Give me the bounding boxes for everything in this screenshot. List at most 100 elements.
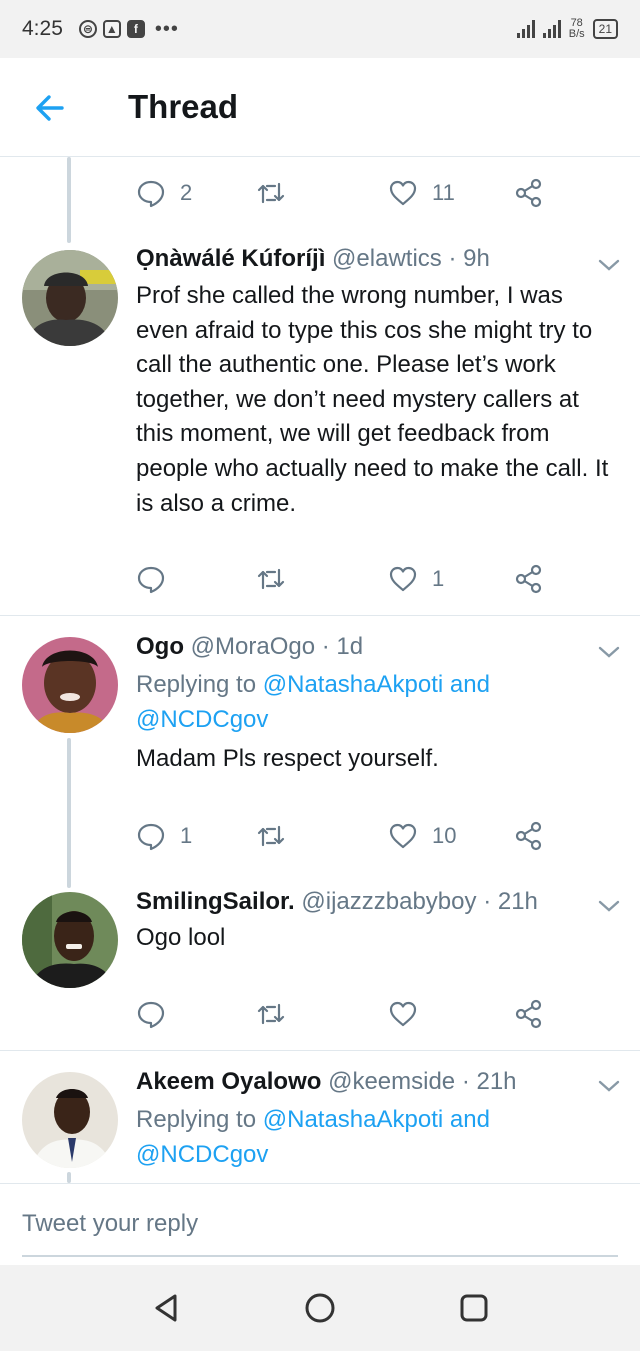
reply-button[interactable] (136, 994, 180, 1034)
avatar-image (22, 1072, 118, 1168)
share-icon (515, 178, 542, 208)
reply-icon (137, 566, 165, 594)
tweet-text: Prof she called the wrong number, I was … (136, 282, 609, 517)
author-handle[interactable]: @ijazzzbabyboy (301, 888, 476, 915)
like-button[interactable] (388, 994, 432, 1034)
author-handle[interactable]: @MoraOgo (191, 633, 315, 660)
reply-button[interactable]: 2 (136, 173, 192, 213)
replying-prefix: Replying to (136, 671, 257, 698)
thread-line (67, 157, 71, 243)
reply-icon (137, 1001, 165, 1029)
author-name[interactable]: Ogo (136, 633, 184, 660)
chevron-down-icon[interactable] (597, 898, 621, 914)
thread-line (67, 1172, 71, 1183)
reply-input-underline (22, 1255, 618, 1257)
reply-button[interactable] (136, 559, 180, 599)
tweet-text: Madam Pls respect yourself. (136, 745, 439, 772)
notification-icons: ⊜ ▲ f ••• (78, 17, 179, 41)
tweet-text: Ogo lool (136, 924, 226, 951)
like-button[interactable]: 1 (388, 559, 444, 599)
divider (0, 1050, 640, 1051)
share-icon (515, 564, 542, 594)
tweet-header: Akeem Oyalowo @keemside · 21h (136, 1068, 517, 1096)
mention-link[interactable]: @NCDCgov (136, 1141, 268, 1168)
share-icon (515, 999, 542, 1029)
author-handle[interactable]: @elawtics (332, 245, 442, 272)
replying-to: Replying to @NatashaAkpoti and @NCDCgov (136, 668, 616, 737)
mention-link[interactable]: @NCDCgov (136, 706, 268, 733)
avatar[interactable] (22, 637, 118, 733)
share-button[interactable] (514, 816, 544, 856)
reply-button[interactable]: 1 (136, 816, 192, 856)
reply-input[interactable]: Tweet your reply (22, 1210, 198, 1238)
mention-link[interactable]: @NatashaAkpoti (263, 671, 443, 698)
retweet-icon (257, 568, 285, 590)
share-button[interactable] (514, 559, 544, 599)
like-button[interactable]: 11 (388, 173, 455, 213)
like-button[interactable]: 10 (388, 816, 456, 856)
signal-icon (516, 20, 535, 38)
tweet-time: · 9h (448, 245, 490, 272)
more-notifications-icon: ••• (154, 17, 179, 40)
replying-and: and (449, 671, 490, 698)
retweet-icon (257, 1003, 285, 1025)
network-speed-unit: B/s (568, 28, 585, 40)
mention-link[interactable]: @NatashaAkpoti (263, 1106, 443, 1133)
heart-icon (389, 1001, 417, 1027)
avatar-image (22, 892, 118, 988)
like-count: 11 (432, 180, 455, 205)
avatar[interactable] (22, 1072, 118, 1168)
tweet-time: · 21h (483, 888, 538, 915)
tweet-time: · 1d (321, 633, 364, 660)
author-name[interactable]: Akeem Oyalowo (136, 1068, 321, 1095)
system-nav-bar (0, 1265, 640, 1351)
chevron-down-icon[interactable] (597, 1078, 621, 1094)
share-icon (515, 821, 542, 851)
tweet-actions: 1 (136, 559, 556, 599)
avatar[interactable] (22, 250, 118, 346)
tweet-actions: 2 11 (136, 173, 556, 213)
chevron-down-icon[interactable] (597, 644, 621, 660)
status-time: 4:25 (22, 17, 63, 40)
network-speed: 78 B/s (569, 18, 585, 40)
avatar-image (22, 250, 118, 346)
share-button[interactable] (514, 994, 544, 1034)
tweet-header: Ogo @MoraOgo · 1d (136, 633, 363, 661)
like-count: 10 (432, 823, 457, 848)
reply-icon (137, 823, 165, 851)
tweet-time: · 21h (461, 1068, 517, 1095)
status-bar: 4:25 ⊜ ▲ f ••• 78 B/s 21 (0, 0, 640, 58)
avatar-image (22, 637, 118, 733)
retweet-icon (257, 182, 285, 204)
avatar[interactable] (22, 892, 118, 988)
replying-prefix: Replying to (136, 1106, 257, 1133)
author-handle[interactable]: @keemside (328, 1068, 455, 1095)
share-button[interactable] (514, 173, 544, 213)
recents-nav-icon[interactable] (457, 1291, 491, 1325)
author-name[interactable]: SmilingSailor. (136, 888, 295, 915)
heart-icon (389, 180, 417, 206)
messenger-icon: ⊜ (78, 20, 97, 38)
tweet-header: Ọnàwálé Kúforíjì @elawtics · 9h (136, 245, 490, 273)
reply-composer: Tweet your reply (0, 1183, 640, 1266)
retweet-button[interactable] (256, 559, 300, 599)
retweet-button[interactable] (256, 816, 300, 856)
battery-icon: 21 (592, 19, 618, 39)
retweet-button[interactable] (256, 994, 300, 1034)
header: Thread (0, 58, 640, 157)
retweet-button[interactable] (256, 173, 300, 213)
facebook-icon: f (126, 20, 145, 38)
tweet-actions (136, 994, 556, 1034)
heart-icon (389, 823, 417, 849)
back-nav-icon[interactable] (149, 1291, 183, 1325)
author-name[interactable]: Ọnàwálé Kúforíjì (136, 245, 325, 272)
retweet-icon (257, 825, 285, 847)
back-arrow-icon[interactable] (30, 88, 70, 128)
signal-icon-2 (542, 20, 561, 38)
reply-count: 2 (180, 180, 193, 205)
chevron-down-icon[interactable] (597, 257, 621, 273)
home-nav-icon[interactable] (303, 1291, 337, 1325)
thread-line (67, 738, 71, 888)
page-title: Thread (128, 88, 239, 125)
reply-count: 1 (180, 823, 193, 848)
